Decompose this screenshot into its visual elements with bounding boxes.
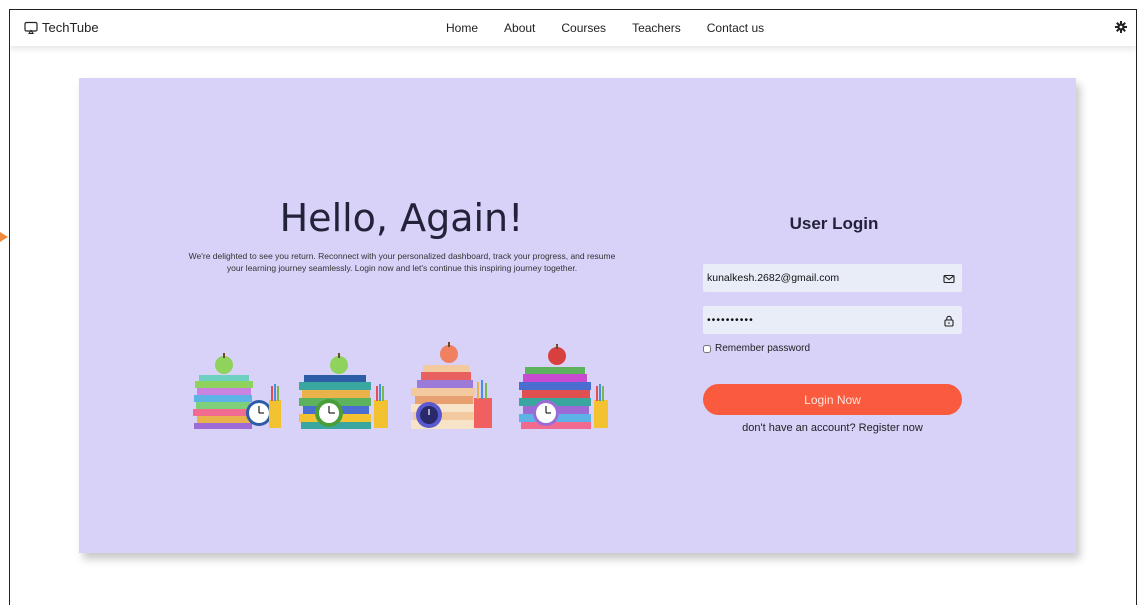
side-marker-arrow — [0, 232, 8, 242]
register-link[interactable]: Register now — [859, 422, 923, 434]
monitor-icon — [24, 21, 38, 34]
book-stack-1 — [193, 353, 281, 429]
nav-about[interactable]: About — [504, 21, 535, 35]
login-card: Hello, Again! We're delighted to see you… — [79, 78, 1076, 553]
remember-checkbox[interactable] — [703, 344, 711, 353]
books-illustration — [193, 342, 608, 429]
nav-courses[interactable]: Courses — [561, 21, 606, 35]
login-title: User Login — [789, 214, 879, 233]
login-button[interactable]: Login Now — [703, 384, 962, 415]
mail-icon — [943, 274, 955, 284]
nav-teachers[interactable]: Teachers — [632, 21, 681, 35]
lock-icon — [944, 315, 954, 327]
nav-home[interactable]: Home — [446, 21, 478, 35]
nav-contact-us[interactable]: Contact us — [707, 21, 764, 35]
hero-intro-line1: We're delighted to see you return. Recon… — [188, 251, 616, 261]
hero-title: Hello, Again! — [279, 196, 524, 240]
brand-logo[interactable]: TechTube — [24, 20, 99, 35]
book-stack-2 — [299, 353, 388, 429]
navbar: TechTube Home About Courses Teachers Con… — [10, 10, 1136, 46]
remember-password[interactable]: Remember password — [703, 343, 810, 354]
hero-intro: We're delighted to see you return. Recon… — [157, 250, 647, 274]
register-prefix: don't have an account? — [742, 422, 856, 434]
email-field[interactable] — [703, 264, 962, 292]
nav-links: Home About Courses Teachers Contact us — [446, 21, 790, 35]
book-stack-3 — [411, 342, 492, 429]
remember-label: Remember password — [715, 343, 811, 354]
browser-frame: TechTube Home About Courses Teachers Con… — [9, 9, 1137, 605]
register-prompt: don't have an account? Register now — [703, 422, 962, 434]
book-stack-4 — [519, 344, 608, 429]
gear-icon[interactable] — [1114, 20, 1128, 34]
hero-intro-line2: your learning journey seamlessly. Login … — [226, 263, 578, 273]
brand-name: TechTube — [42, 20, 99, 35]
password-field[interactable] — [703, 306, 962, 334]
